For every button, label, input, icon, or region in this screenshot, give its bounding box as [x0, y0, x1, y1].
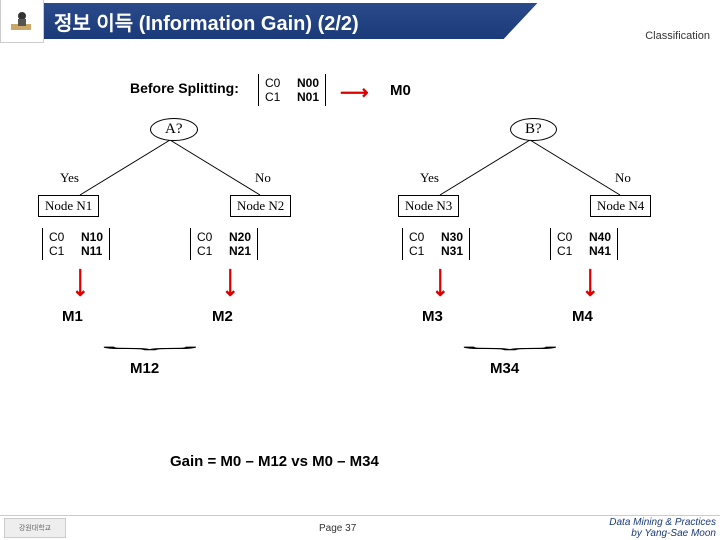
m4-label: M4: [572, 308, 593, 325]
slide-footer: 강원대학교 Page 37 Data Mining & Practices by…: [0, 515, 720, 540]
arrow-down-icon: ⟶: [578, 268, 603, 297]
node-n1: Node N1: [38, 195, 99, 217]
node-n4: Node N4: [590, 195, 651, 217]
m0-label: M0: [390, 82, 411, 99]
decision-node-a: A?: [150, 118, 198, 141]
category-label: Classification: [645, 30, 710, 42]
table-n1: C0N10 C1N11: [42, 228, 110, 260]
m2-label: M2: [212, 308, 233, 325]
root-class-table: C0N00 C1N01: [258, 74, 326, 106]
m1-label: M1: [62, 308, 83, 325]
branch-no-b: No: [615, 170, 631, 186]
table-n4: C0N40 C1N41: [550, 228, 618, 260]
arrow-down-icon: ⟶: [428, 268, 453, 297]
gain-formula: Gain = M0 – M12 vs M0 – M34: [170, 453, 379, 470]
slide-content: Before Splitting: C0N00 C1N01 ⟶ M0 A? Ye…: [0, 50, 720, 510]
m12-label: M12: [130, 360, 159, 377]
decision-node-b: B?: [510, 118, 557, 141]
before-splitting-label: Before Splitting:: [130, 80, 239, 96]
brace-icon: ⏟: [102, 332, 198, 350]
node-n3: Node N3: [398, 195, 459, 217]
course-info: Data Mining & Practices by Yang-Sae Moon: [609, 517, 716, 539]
branch-yes-b: Yes: [420, 170, 439, 186]
branch-no-a: No: [255, 170, 271, 186]
arrow-right-icon: ⟶: [340, 80, 369, 105]
m3-label: M3: [422, 308, 443, 325]
page-number: Page 37: [319, 523, 356, 534]
table-n3: C0N30 C1N31: [402, 228, 470, 260]
arrow-down-icon: ⟶: [218, 268, 243, 297]
header-icon: [0, 0, 44, 43]
node-n2: Node N2: [230, 195, 291, 217]
table-n2: C0N20 C1N21: [190, 228, 258, 260]
university-logo: 강원대학교: [4, 518, 66, 538]
m34-label: M34: [490, 360, 519, 377]
slide-header: 정보 이득 (Information Gain) (2/2) Classific…: [0, 0, 720, 42]
slide-title: 정보 이득 (Information Gain) (2/2): [44, 3, 720, 39]
arrow-down-icon: ⟶: [68, 268, 93, 297]
brace-icon: ⏟: [462, 332, 558, 350]
branch-yes-a: Yes: [60, 170, 79, 186]
